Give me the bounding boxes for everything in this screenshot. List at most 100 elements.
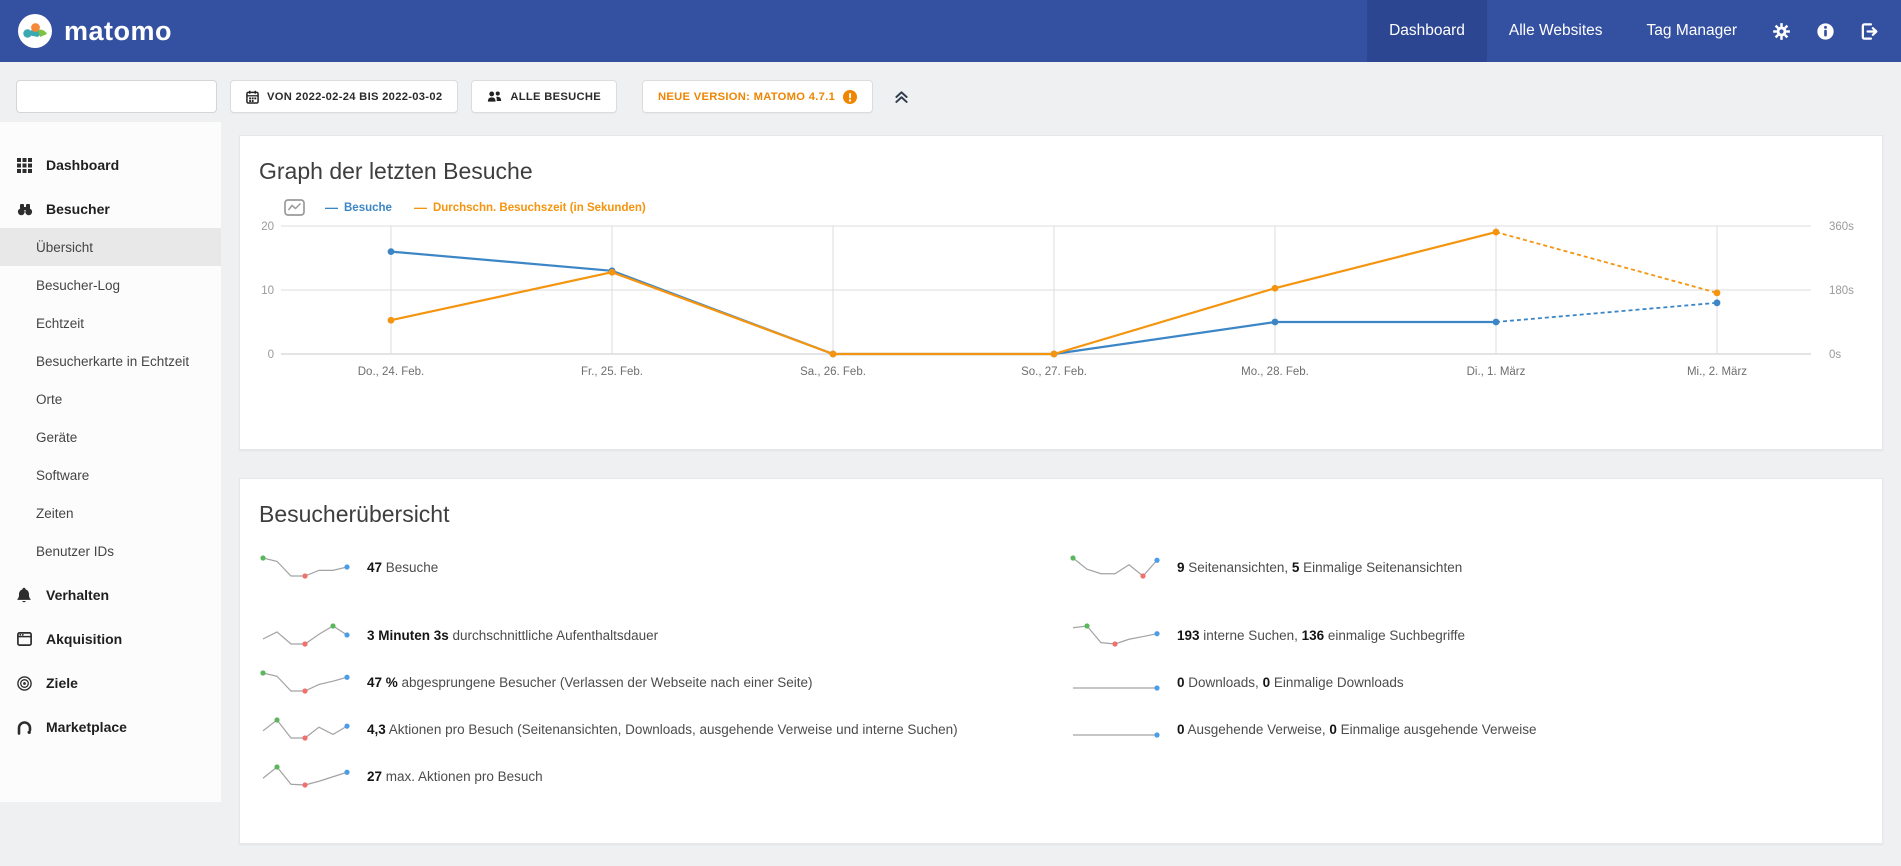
- sidebar-item-orte[interactable]: Orte: [0, 380, 221, 418]
- metric-row: 27 max. Aktionen pro Besuch: [259, 753, 1069, 799]
- metric-row: 9 Seitenansichten, 5 Einmalige Seitenans…: [1069, 544, 1882, 590]
- segment-button[interactable]: ALLE BESUCHE: [471, 80, 617, 113]
- legend-swatch: —: [414, 200, 427, 215]
- chart-legend: — Besuche — Durchschn. Besuchszeit (in Seku…: [284, 199, 1882, 216]
- grid-icon: [17, 158, 33, 173]
- alert-circle-icon: [843, 90, 857, 104]
- svg-text:0: 0: [268, 349, 274, 361]
- segment-label: ALLE BESUCHE: [510, 91, 601, 103]
- sidebar-item-geraete[interactable]: Geräte: [0, 418, 221, 456]
- signout-icon: [1860, 22, 1879, 41]
- svg-text:180s: 180s: [1829, 285, 1854, 297]
- svg-text:Mi., 2. März: Mi., 2. März: [1687, 366, 1747, 378]
- export-chart-button[interactable]: [284, 199, 305, 216]
- double-chevron-up-icon: [894, 90, 909, 104]
- sidebar-item-verhalten[interactable]: Verhalten: [0, 576, 221, 614]
- gear-icon: [1772, 22, 1791, 41]
- sidebar-item-ziele[interactable]: Ziele: [0, 664, 221, 702]
- metric-text: 27 max. Aktionen pro Besuch: [367, 769, 543, 784]
- sparkline[interactable]: [259, 667, 354, 697]
- bag-icon: [17, 720, 33, 735]
- sidebar-item-uebersicht[interactable]: Übersicht: [0, 228, 221, 266]
- update-notification-button[interactable]: NEUE VERSION: MATOMO 4.7.1: [642, 80, 873, 113]
- topnav-tab-alle-websites[interactable]: Alle Websites: [1487, 0, 1625, 62]
- metric-text: 9 Seitenansichten, 5 Einmalige Seitenans…: [1177, 560, 1462, 575]
- settings-button[interactable]: [1759, 22, 1803, 41]
- sidebar-item-marketplace[interactable]: Marketplace: [0, 708, 221, 746]
- metric-text: 4,3 Aktionen pro Besuch (Seitenansichten…: [367, 722, 958, 737]
- collapse-toolbar-button[interactable]: [888, 80, 915, 113]
- visits-line-chart[interactable]: 00s10180s20360sDo., 24. Feb.Fr., 25. Feb…: [240, 218, 1882, 386]
- logout-button[interactable]: [1847, 22, 1891, 41]
- sidebar-item-zeiten[interactable]: Zeiten: [0, 494, 221, 532]
- sidebar-item-label: Verhalten: [46, 587, 109, 603]
- sidebar-item-echtzeit[interactable]: Echtzeit: [0, 304, 221, 342]
- date-range-button[interactable]: VON 2022-02-24 BIS 2022-03-02: [230, 80, 458, 113]
- legend-label: Durchschn. Besuchszeit (in Sekunden): [433, 202, 646, 214]
- legend-item: — Besuche: [325, 200, 392, 215]
- date-range-label: VON 2022-02-24 BIS 2022-03-02: [267, 91, 442, 103]
- svg-text:Mo., 28. Feb.: Mo., 28. Feb.: [1241, 366, 1309, 378]
- sidebar-item-besucher[interactable]: Besucher: [0, 190, 221, 228]
- sidebar-item-label: Akquisition: [46, 631, 122, 647]
- sparkline[interactable]: [259, 552, 354, 582]
- search-input[interactable]: [33, 89, 209, 104]
- sparkline[interactable]: [1069, 667, 1164, 697]
- top-bar: matomo DashboardAlle WebsitesTag Manager: [0, 0, 1901, 62]
- sidebar-item-benutzer-ids[interactable]: Benutzer IDs: [0, 532, 221, 570]
- matomo-logo[interactable]: matomo: [16, 12, 172, 50]
- top-nav: DashboardAlle WebsitesTag Manager: [1367, 0, 1759, 62]
- sparkline[interactable]: [1069, 714, 1164, 744]
- brand-name: matomo: [64, 16, 172, 47]
- toolbar: VON 2022-02-24 BIS 2022-03-02 ALLE BESUC…: [0, 62, 1901, 113]
- metric-text: 0 Downloads, 0 Einmalige Downloads: [1177, 675, 1404, 690]
- metric-row: 47 Besuche: [259, 544, 1069, 590]
- sparkline[interactable]: [1069, 620, 1164, 650]
- sidebar: Dashboard Besucher ÜbersichtBesucher-LogEc…: [0, 122, 221, 802]
- overview-right-column: 9 Seitenansichten, 5 Einmalige Seitenans…: [1069, 544, 1882, 800]
- help-button[interactable]: [1803, 22, 1847, 41]
- overview-left-column: 47 Besuche 3 Minuten 3s durchschnittliche…: [259, 544, 1069, 800]
- sidebar-item-besucher-log[interactable]: Besucher-Log: [0, 266, 221, 304]
- sidebar-item-software[interactable]: Software: [0, 456, 221, 494]
- sparkline[interactable]: [259, 714, 354, 744]
- calendar-icon: [246, 90, 259, 104]
- svg-text:0s: 0s: [1829, 349, 1841, 361]
- update-label: NEUE VERSION: MATOMO 4.7.1: [658, 91, 835, 103]
- svg-text:Sa., 26. Feb.: Sa., 26. Feb.: [800, 366, 866, 378]
- sparkline[interactable]: [259, 620, 354, 650]
- search-box[interactable]: [16, 80, 217, 113]
- metric-text: 3 Minuten 3s durchschnittliche Aufenthal…: [367, 628, 658, 643]
- svg-text:So., 27. Feb.: So., 27. Feb.: [1021, 366, 1087, 378]
- main-content: Graph der letzten Besuche —Besuche—Durch…: [221, 122, 1901, 844]
- sparkline[interactable]: [259, 761, 354, 791]
- svg-text:20: 20: [261, 221, 274, 233]
- matomo-logo-icon: [16, 12, 54, 50]
- sidebar-item-label: Dashboard: [46, 157, 119, 173]
- topnav-tab-dashboard[interactable]: Dashboard: [1367, 0, 1487, 62]
- sidebar-item-label: Ziele: [46, 675, 78, 691]
- legend-swatch: —: [325, 200, 338, 215]
- legend-label: Besuche: [344, 202, 392, 214]
- sidebar-item-label: Besucher: [46, 201, 110, 217]
- metric-row: 47 % abgesprungene Besucher (Verlassen d…: [259, 659, 1069, 705]
- bell-icon: [17, 587, 33, 603]
- overview-widget-title: Besucherübersicht: [240, 479, 1882, 528]
- metric-row: 3 Minuten 3s durchschnittliche Aufenthal…: [259, 612, 1069, 658]
- chart-image-icon: [284, 199, 305, 216]
- info-icon: [1816, 22, 1835, 41]
- sidebar-item-akquisition[interactable]: Akquisition: [0, 620, 221, 658]
- sidebar-item-besucherkarte-in-echtzeit[interactable]: Besucherkarte in Echtzeit: [0, 342, 221, 380]
- metric-row: 0 Downloads, 0 Einmalige Downloads: [1069, 659, 1882, 705]
- metric-text: 47 Besuche: [367, 560, 438, 575]
- sidebar-item-dashboard[interactable]: Dashboard: [0, 146, 221, 184]
- metric-row: 193 interne Suchen, 136 einmalige Suchbe…: [1069, 612, 1882, 658]
- svg-text:Di., 1. März: Di., 1. März: [1467, 366, 1526, 378]
- sparkline[interactable]: [1069, 552, 1164, 582]
- sidebar-item-label: Marketplace: [46, 719, 127, 735]
- window-icon: [17, 632, 33, 646]
- legend-item: — Durchschn. Besuchszeit (in Sekunden): [414, 200, 646, 215]
- topnav-tab-tag-manager[interactable]: Tag Manager: [1625, 0, 1759, 62]
- svg-text:Do., 24. Feb.: Do., 24. Feb.: [358, 366, 424, 378]
- overview-columns: 47 Besuche 3 Minuten 3s durchschnittliche…: [240, 544, 1882, 800]
